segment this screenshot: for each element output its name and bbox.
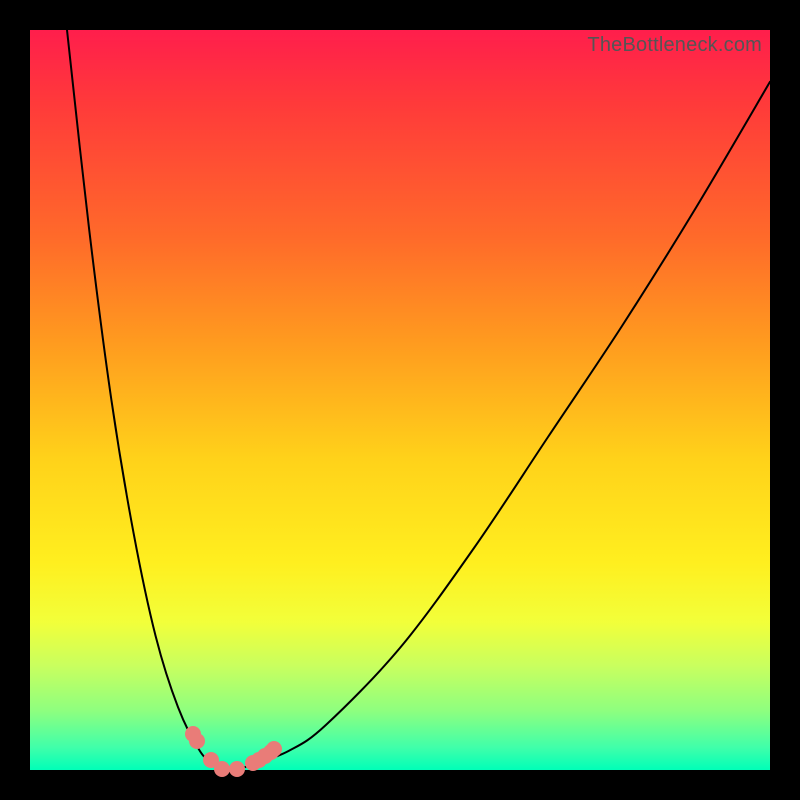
bead-point — [263, 744, 279, 760]
bead-point — [229, 761, 245, 777]
bottleneck-curve — [30, 30, 770, 770]
bead-point — [251, 752, 267, 768]
watermark-text: TheBottleneck.com — [587, 34, 762, 57]
outer-frame: TheBottleneck.com — [0, 0, 800, 800]
bead-point — [245, 755, 261, 771]
bead-point — [257, 748, 273, 764]
bead-point — [214, 761, 230, 777]
plot-area: TheBottleneck.com — [30, 30, 770, 770]
bead-point — [189, 733, 205, 749]
bead-point — [266, 741, 282, 757]
bead-point — [185, 726, 201, 742]
bead-point — [203, 752, 219, 768]
